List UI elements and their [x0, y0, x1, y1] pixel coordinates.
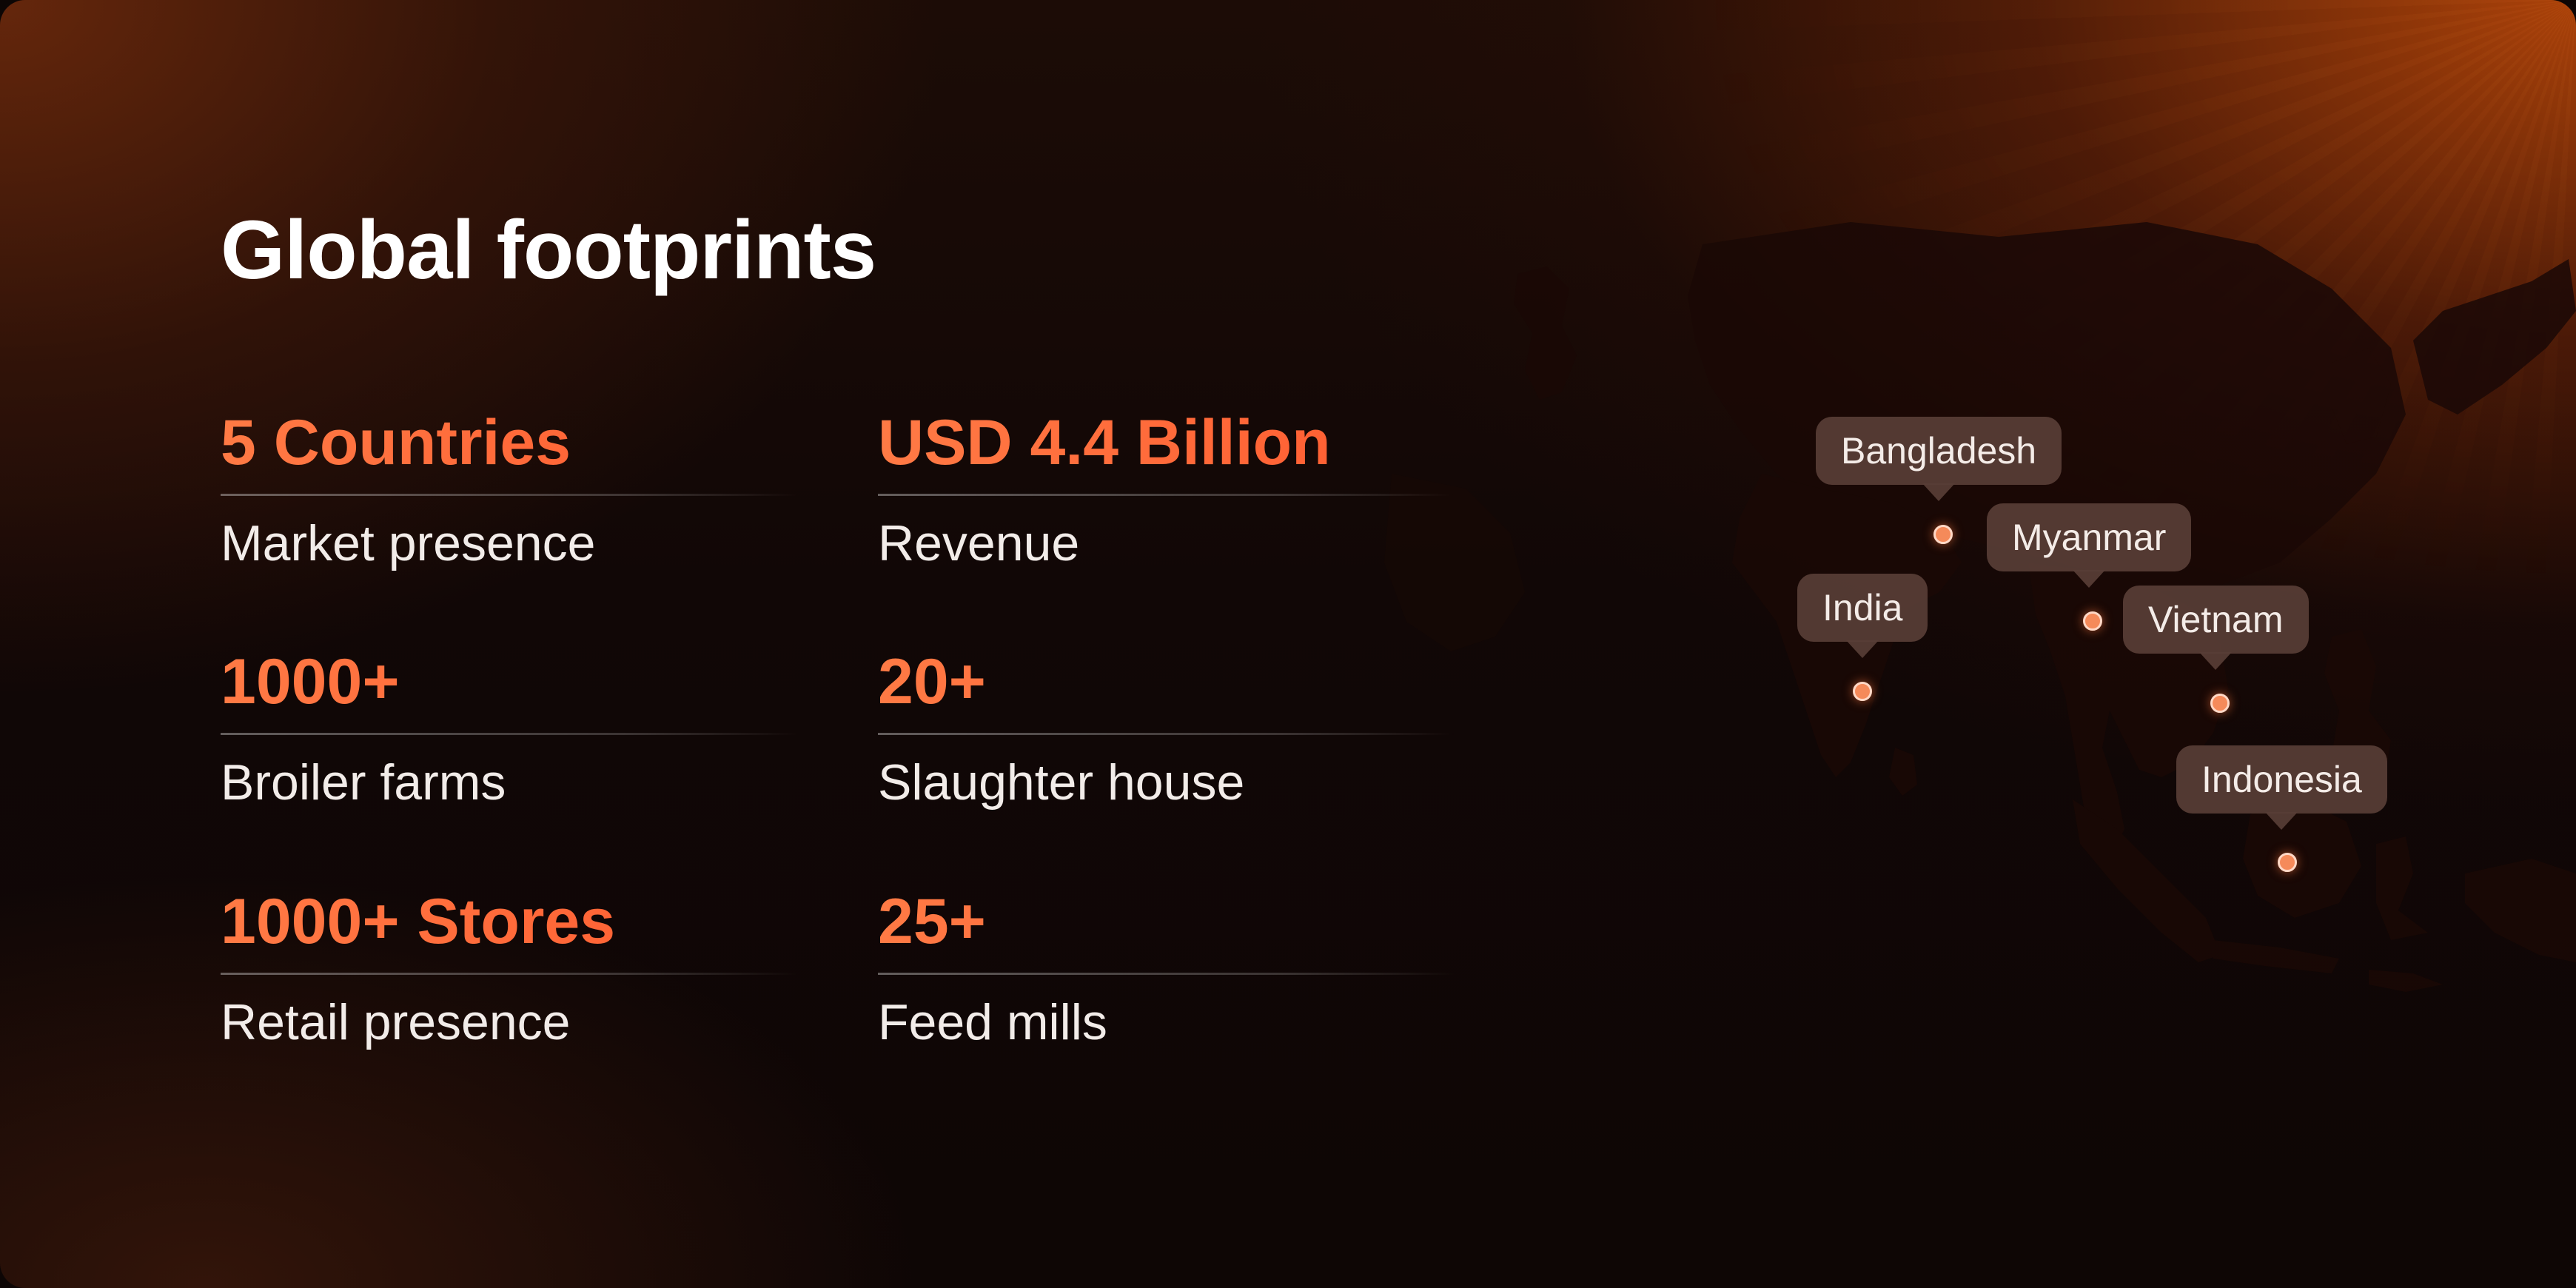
stat-divider: [221, 973, 798, 975]
map-marker-vietnam[interactable]: [2210, 694, 2230, 713]
map-landmass-java: [2213, 940, 2339, 973]
stat-feed-mills: 25+ Feed mills: [878, 890, 1455, 1047]
stat-divider: [878, 494, 1455, 496]
map-marker-bangladesh[interactable]: [1933, 525, 1953, 544]
map-landmass-srilanka: [1889, 748, 1917, 796]
stat-revenue: USD 4.4 Billion Revenue: [878, 411, 1455, 568]
page-title: Global footprints: [221, 204, 876, 296]
stat-value: 5 Countries: [221, 411, 798, 474]
map-marker-india[interactable]: [1853, 682, 1872, 701]
map-label-indonesia: Indonesia: [2176, 745, 2387, 830]
stat-label: Broiler farms: [221, 754, 506, 811]
map-label-bangladesh: Bangladesh: [1816, 417, 2062, 501]
stat-label: Retail presence: [221, 994, 571, 1050]
stat-retail-presence: 1000+ Stores Retail presence: [221, 890, 798, 1047]
stat-label: Revenue: [878, 515, 1080, 571]
map-label-vietnam: Vietnam: [2123, 586, 2309, 670]
map-landmass-sulawesi: [2376, 836, 2428, 940]
stat-value: USD 4.4 Billion: [878, 411, 1455, 474]
stat-label: Feed mills: [878, 994, 1107, 1050]
stat-divider: [221, 494, 798, 496]
stat-value: 1000+: [221, 650, 798, 714]
stat-value: 25+: [878, 890, 1455, 953]
stat-divider: [221, 733, 798, 735]
stat-broiler-farms: 1000+ Broiler farms: [221, 650, 798, 808]
stat-label: Slaughter house: [878, 754, 1245, 811]
stat-divider: [878, 733, 1455, 735]
map-label-myanmar: Myanmar: [1987, 503, 2192, 588]
stat-slaughter-house: 20+ Slaughter house: [878, 650, 1455, 808]
map-landmass-sumatra: [2073, 799, 2221, 962]
map-marker-indonesia[interactable]: [2278, 853, 2297, 872]
stat-value: 20+: [878, 650, 1455, 714]
map-landmass-borneo: [2243, 799, 2361, 918]
map-landmass-papua: [2465, 859, 2576, 962]
map-marker-myanmar[interactable]: [2083, 611, 2102, 631]
stat-label: Market presence: [221, 515, 596, 571]
stat-market-presence: 5 Countries Market presence: [221, 411, 798, 568]
map-landmass-islands: [2369, 970, 2443, 992]
map-landmass-japan: [2413, 259, 2576, 415]
map-label-india: India: [1797, 574, 1928, 658]
stat-value: 1000+ Stores: [221, 890, 798, 953]
map-landmass-caspian: [1514, 266, 1577, 400]
stat-divider: [878, 973, 1455, 975]
global-footprints-card: Global footprints 5 Countries Market pre…: [0, 0, 2576, 1288]
